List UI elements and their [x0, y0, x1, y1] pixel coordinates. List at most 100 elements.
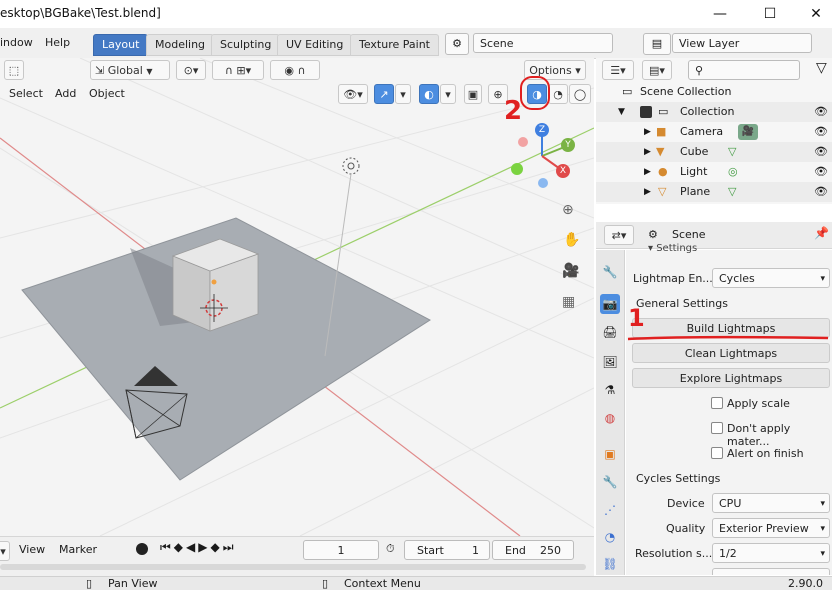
tab-sculpting[interactable]: Sculpting: [211, 34, 281, 56]
playback-controls-icon[interactable]: ⏮◆◀▶◆⏭: [160, 540, 237, 555]
settings-panel-header[interactable]: ▾ Settings: [648, 243, 697, 254]
dont-apply-material-label: Don't apply mater...: [727, 422, 791, 448]
tool-tab-icon[interactable]: 🔧: [600, 262, 620, 282]
collection-checkbox[interactable]: [640, 106, 652, 118]
device-select[interactable]: CPU ▾: [712, 493, 830, 513]
camera-data-icon[interactable]: 🎥: [738, 124, 758, 140]
constraints-tab-icon[interactable]: ⛓: [600, 554, 620, 574]
gizmo-toggle[interactable]: ↗: [374, 84, 394, 104]
properties-editor-type[interactable]: ⇄▾: [604, 225, 634, 245]
start-frame-field[interactable]: Start 1: [404, 540, 490, 560]
eye-icon[interactable]: 👁: [814, 182, 828, 202]
scene-field[interactable]: Scene: [473, 33, 613, 53]
world-tab-icon[interactable]: ◍: [600, 408, 620, 428]
x-axis-label[interactable]: X: [556, 164, 570, 178]
close-button[interactable]: ✕: [796, 2, 832, 26]
pivot-point-button[interactable]: ⊙▾: [176, 60, 206, 80]
outliner-display-mode[interactable]: ☰▾: [602, 60, 634, 80]
outliner-row-camera[interactable]: ▶ ■ Camera 🎥 👁: [596, 122, 832, 142]
tab-uv-editing[interactable]: UV Editing: [277, 34, 353, 56]
outliner-row-light[interactable]: ▶ ● Light ◎ 👁: [596, 162, 832, 182]
outliner-row-cube[interactable]: ▶ ▼ Cube ▽ 👁: [596, 142, 832, 162]
render-tab-icon[interactable]: 📷: [600, 294, 620, 314]
timeline-menu-view[interactable]: View: [19, 543, 45, 556]
tab-texture-paint[interactable]: Texture Paint: [350, 34, 439, 56]
timeline-editor-type[interactable]: ▾: [0, 541, 10, 561]
particles-tab-icon[interactable]: ⋰: [600, 500, 620, 520]
pan-hand-icon[interactable]: ✋: [563, 232, 580, 248]
scene-tab-icon[interactable]: ⚗: [600, 380, 620, 400]
apply-scale-checkbox[interactable]: [711, 397, 723, 409]
current-frame-field[interactable]: 1: [303, 540, 379, 560]
lightmap-engine-select[interactable]: Cycles ▾: [712, 268, 830, 288]
record-icon[interactable]: [136, 543, 148, 555]
eye-icon[interactable]: 👁: [814, 142, 828, 162]
scene-icon[interactable]: ⚙: [445, 33, 469, 55]
zoom-icon[interactable]: ⊕: [562, 202, 574, 218]
maximize-button[interactable]: ☐: [750, 2, 790, 26]
outliner-filter-button[interactable]: ▤▾: [642, 60, 672, 80]
outliner-search-input[interactable]: ⚲: [688, 60, 800, 80]
tab-layout[interactable]: Layout: [93, 34, 149, 56]
eye-icon[interactable]: 👁: [814, 162, 828, 182]
filter-funnel-icon[interactable]: ▽: [816, 60, 827, 76]
lightmap-engine-value: Cycles: [719, 272, 755, 285]
quality-select[interactable]: Exterior Preview ▾: [712, 518, 830, 538]
object-tab-icon[interactable]: ▣: [600, 444, 620, 464]
snapping-button[interactable]: ∩ ⊞▾: [212, 60, 264, 80]
z-axis-label[interactable]: Z: [535, 123, 549, 137]
view-layer-tab-icon[interactable]: 🖼: [600, 352, 620, 372]
timeline-scrollbar[interactable]: [0, 564, 586, 570]
view-layer-icon[interactable]: ▤: [643, 33, 671, 55]
outliner-row-plane[interactable]: ▶ ▽ Plane ▽ 👁: [596, 182, 832, 202]
output-tab-icon[interactable]: 🖨: [600, 322, 620, 342]
visibility-button[interactable]: 👁▾: [338, 84, 368, 104]
topbar: indow Help Layout Modeling Sculpting UV …: [0, 28, 832, 59]
proportional-edit-button[interactable]: ◉ ∩: [270, 60, 320, 80]
menu-add[interactable]: Add: [55, 87, 76, 100]
eye-icon[interactable]: 👁: [814, 102, 828, 122]
end-label: End: [505, 544, 526, 557]
overlay-dropdown[interactable]: ▾: [440, 84, 456, 104]
end-frame-field[interactable]: End 250: [492, 540, 574, 560]
chevron-down-icon: ▾: [820, 549, 825, 559]
overlay-toggle[interactable]: ◐: [419, 84, 439, 104]
rendered-shading-button[interactable]: ◯: [569, 84, 591, 104]
next-field-partial[interactable]: [712, 568, 830, 575]
outliner-row-scene-collection[interactable]: ▭ Scene Collection: [596, 82, 832, 102]
light-data-icon[interactable]: ◎: [728, 162, 738, 182]
properties-header: ⇄▾ ⚙ Scene 📌: [596, 222, 832, 249]
minimize-button[interactable]: —: [700, 2, 740, 26]
menu-select[interactable]: Select: [9, 87, 43, 100]
gizmo-dropdown[interactable]: ▾: [395, 84, 411, 104]
device-value: CPU: [719, 497, 742, 510]
mode-icon[interactable]: ⬚: [4, 60, 24, 80]
timeline-menu-marker[interactable]: Marker: [59, 543, 97, 556]
stopwatch-icon[interactable]: ⏱: [386, 542, 395, 556]
physics-tab-icon[interactable]: ◔: [600, 527, 620, 547]
y-axis-label[interactable]: Y: [561, 138, 575, 152]
mesh-data-icon[interactable]: ▽: [728, 142, 736, 162]
mesh-data-icon[interactable]: ▽: [728, 182, 736, 202]
camera-view-icon[interactable]: 🎥: [562, 263, 579, 279]
ortho-grid-icon[interactable]: ▦: [562, 294, 575, 310]
viewport-scene[interactable]: [0, 58, 594, 536]
pin-icon[interactable]: 📌: [814, 226, 829, 240]
tab-modeling[interactable]: Modeling: [146, 34, 215, 56]
modifier-tab-icon[interactable]: 🔧: [600, 472, 620, 492]
menu-window[interactable]: indow: [0, 36, 33, 49]
resolution-select[interactable]: 1/2 ▾: [712, 543, 830, 563]
xray-toggle[interactable]: ▣: [464, 84, 482, 104]
outliner-row-collection[interactable]: ▼ ▭ Collection 👁: [596, 102, 832, 122]
alert-on-finish-checkbox[interactable]: [711, 447, 723, 459]
view-layer-field[interactable]: View Layer: [672, 33, 812, 53]
3d-viewport[interactable]: Z Y X ⊕ ✋ 🎥 ▦ ⬚ ⇲ Global ▼ ⊙▾ ∩ ⊞▾ ◉ ∩ O…: [0, 58, 594, 536]
material-preview-button[interactable]: ◔: [548, 84, 568, 104]
menu-help[interactable]: Help: [45, 36, 70, 49]
menu-object[interactable]: Object: [89, 87, 125, 100]
eye-icon[interactable]: 👁: [814, 122, 828, 142]
transform-orientation[interactable]: ⇲ Global ▼: [90, 60, 170, 80]
clean-lightmaps-button[interactable]: Clean Lightmaps: [632, 343, 830, 363]
explore-lightmaps-button[interactable]: Explore Lightmaps: [632, 368, 830, 388]
dont-apply-material-checkbox[interactable]: [711, 422, 723, 434]
